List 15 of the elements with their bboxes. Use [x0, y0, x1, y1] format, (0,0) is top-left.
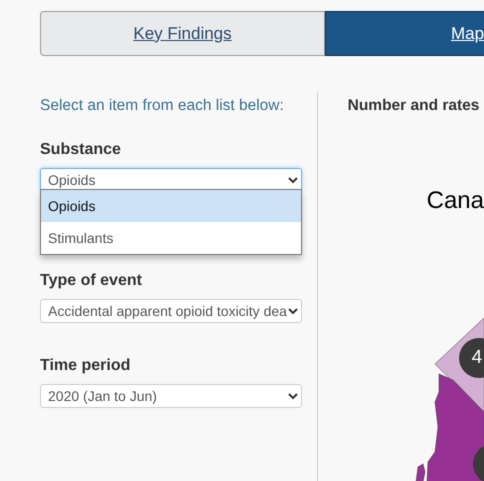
tab[interactable]: Map — [325, 11, 484, 56]
chevron-down-icon — [288, 308, 298, 315]
dropdown-option[interactable]: Opioids — [41, 190, 301, 222]
instructions: Select an item from each list below: — [40, 96, 285, 116]
dropdown-option[interactable]: Stimulants — [41, 222, 301, 254]
filter-label: Type of event — [40, 271, 143, 292]
dropdown[interactable]: Accidental apparent opioid toxicity dea — [40, 299, 302, 324]
dropdown[interactable]: 2020 (Jan to Jun) — [40, 384, 302, 408]
chevron-down-icon — [288, 176, 298, 184]
map-heading: Number and rates — [348, 96, 480, 116]
map-title: Cana — [426, 186, 484, 216]
chevron-down-icon — [288, 392, 298, 400]
filter-label: Time period — [40, 356, 132, 376]
tab[interactable]: Key Findings — [40, 11, 325, 56]
filter-label: Substance — [40, 140, 122, 160]
